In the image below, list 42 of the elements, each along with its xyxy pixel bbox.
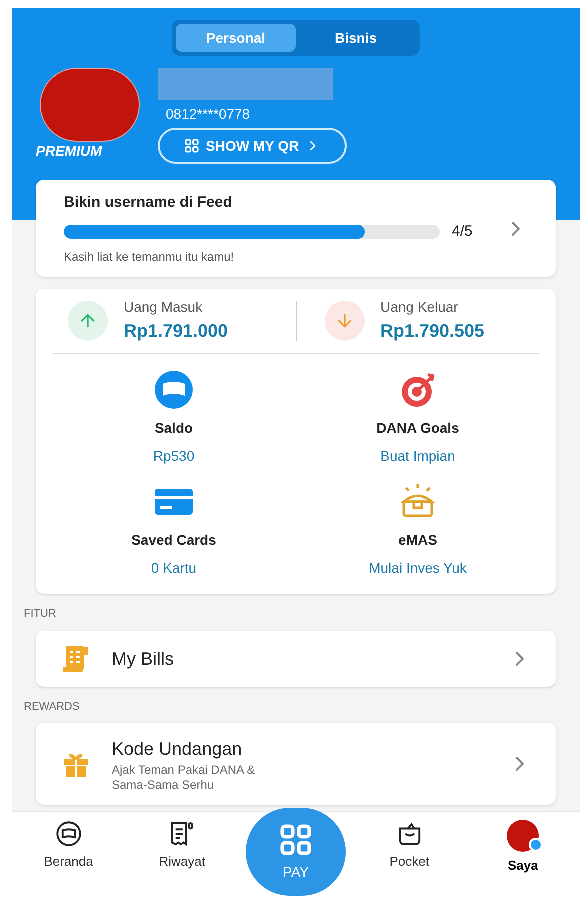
nav-tab[interactable]: Pocket: [352, 820, 466, 872]
qr-code-icon: [278, 822, 314, 858]
wallet-item-title: Saved Cards: [132, 531, 216, 550]
list-row[interactable]: My Bills: [36, 630, 556, 686]
wallet-item[interactable]: Saldo Rp530: [52, 370, 296, 466]
wallet-item-subtitle: Buat Impian: [380, 447, 456, 466]
wallet-item[interactable]: eMAS Mulai Inves Yuk: [296, 482, 540, 578]
nav-tab[interactable]: Riwayat: [126, 820, 240, 872]
wallet-item-subtitle: Mulai Inves Yuk: [369, 559, 467, 578]
wallet-item-subtitle: Rp530: [153, 447, 195, 466]
wallet-item-title: eMAS: [398, 531, 438, 550]
wallet-logo-icon: [154, 370, 194, 410]
wallet-item-title: DANA Goals: [376, 419, 460, 438]
arrow-up-icon: [68, 301, 108, 341]
qr-code-icon: [184, 138, 200, 154]
wallet-logo-icon: [54, 820, 83, 848]
username-task-card[interactable]: Bikin username di Feed 4/5 Kasih liat ke temanmu itu kamu!: [36, 180, 556, 277]
credit-card-icon: [154, 486, 194, 518]
task-title: Bikin username di Feed: [64, 193, 234, 213]
nav-tab[interactable]: Saya: [466, 820, 580, 876]
task-subtitle: Kasih liat ke temanmu itu kamu!: [64, 249, 236, 265]
account-tab[interactable]: Bisnis: [296, 24, 416, 52]
wallet-item-subtitle: 0 Kartu: [151, 559, 197, 578]
row-title: Kode Undangan: [112, 738, 244, 761]
cashflow-label: Uang Keluar: [380, 298, 460, 317]
cashflow-amount: Rp1.790.505: [380, 320, 485, 343]
cashflow-amount: Rp1.791.000: [124, 320, 228, 343]
row-subtitle: Sama-Sama Serhu: [112, 778, 216, 793]
avatar-icon: [507, 820, 540, 852]
row-title: My Bills: [112, 648, 175, 671]
section-heading: REWARDS: [24, 700, 81, 714]
phone-number: 0812****0778: [166, 105, 252, 124]
wallet-item[interactable]: Saved Cards 0 Kartu: [52, 482, 296, 578]
nav-tab[interactable]: Beranda: [12, 820, 126, 872]
list-row[interactable]: Kode Undangan Ajak Teman Pakai DANA & Sama-Sama Serhu: [36, 723, 556, 805]
cashflow-label: Uang Masuk: [124, 298, 204, 317]
arrow-down-icon: [324, 301, 364, 341]
progress-count: 4/5: [452, 222, 474, 242]
wallet-item[interactable]: DANA Goals Buat Impian: [296, 370, 540, 466]
wallet-item-title: Saldo: [154, 419, 194, 438]
row-subtitle: Ajak Teman Pakai DANA &: [112, 763, 256, 778]
section-heading: FITUR: [24, 607, 58, 622]
